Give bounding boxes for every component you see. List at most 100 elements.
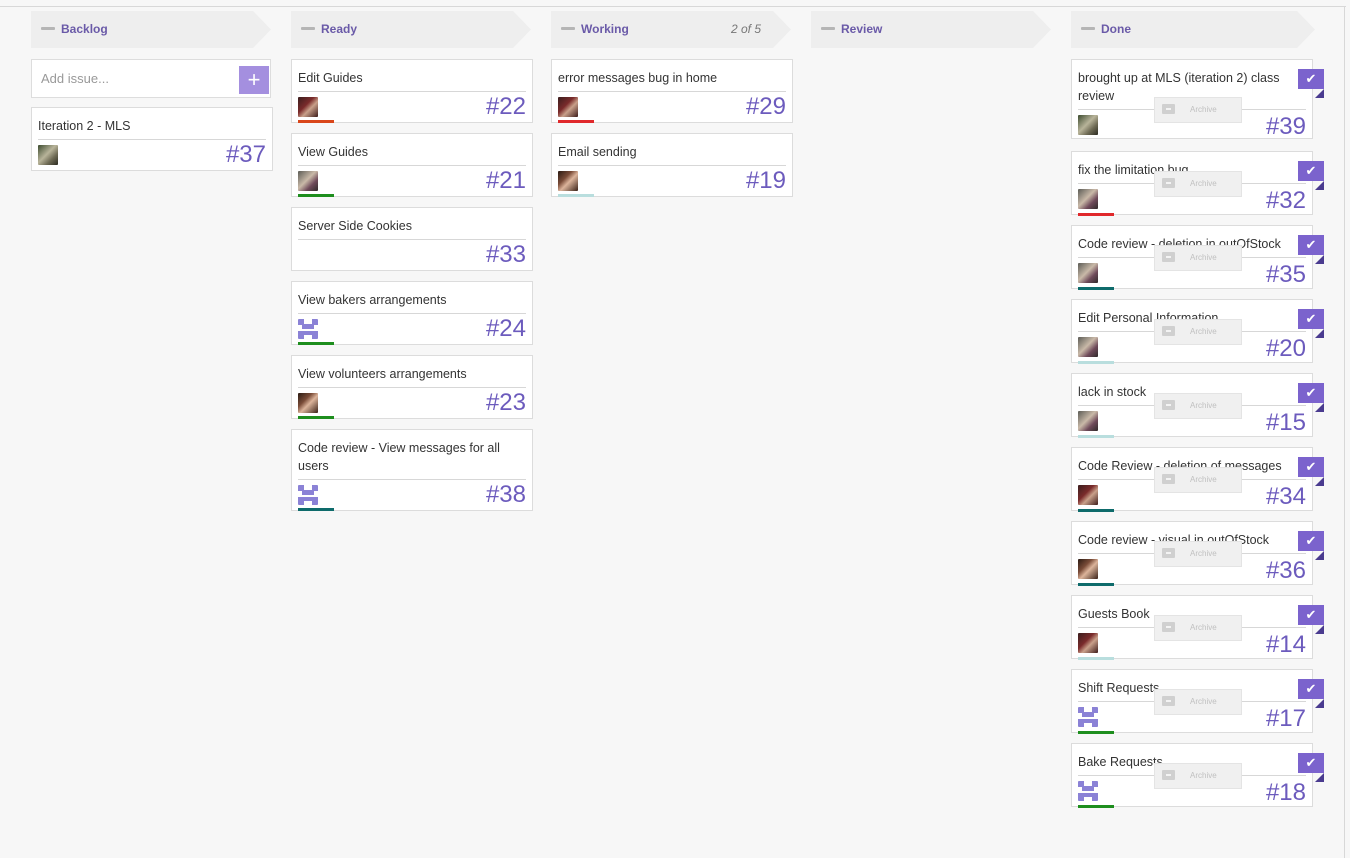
column-header-ready[interactable]: Ready <box>291 11 531 48</box>
column-title: Done <box>1101 22 1131 36</box>
issue-card[interactable]: Edit Guides #22 <box>291 59 533 123</box>
issue-number[interactable]: #29 <box>746 95 786 119</box>
archive-button[interactable]: Archive <box>1154 541 1242 567</box>
collapse-icon[interactable] <box>301 27 315 30</box>
collapse-icon[interactable] <box>1081 27 1095 30</box>
archive-button[interactable]: Archive <box>1154 467 1242 493</box>
issue-card[interactable]: Guests Book Archive #14 ✔ <box>1071 595 1324 660</box>
archive-button[interactable]: Archive <box>1154 763 1242 789</box>
issue-title: Email sending <box>558 145 637 159</box>
label-bar <box>1078 435 1114 438</box>
collapse-icon[interactable] <box>41 27 55 30</box>
archive-button[interactable]: Archive <box>1154 689 1242 715</box>
issue-number[interactable]: #15 <box>1266 411 1306 435</box>
issue-card[interactable]: Bake Requests Archive #18 ✔ <box>1071 743 1324 808</box>
issue-title: View volunteers arrangements <box>298 367 467 381</box>
issue-number[interactable]: #32 <box>1266 189 1306 213</box>
column-header-working[interactable]: Working 2 of 5 <box>551 11 791 48</box>
issue-title: Server Side Cookies <box>298 219 412 233</box>
avatar[interactable] <box>1078 263 1098 283</box>
avatar[interactable] <box>1078 411 1098 431</box>
issue-number[interactable]: #24 <box>486 317 526 341</box>
issue-card[interactable]: Email sending #19 <box>551 133 793 197</box>
column-title: Backlog <box>61 22 108 36</box>
issue-number[interactable]: #21 <box>486 169 526 193</box>
issue-card[interactable]: fix the limitation bug Archive #32 ✔ <box>1071 151 1324 216</box>
issue-number[interactable]: #35 <box>1266 263 1306 287</box>
issue-card[interactable]: Code review - visual in outOfStock Archi… <box>1071 521 1324 586</box>
archive-button[interactable]: Archive <box>1154 171 1242 197</box>
add-issue-input[interactable] <box>32 60 241 97</box>
avatar[interactable] <box>1078 707 1098 727</box>
archive-label: Archive <box>1190 327 1217 336</box>
avatar[interactable] <box>1078 337 1098 357</box>
issue-card[interactable]: lack in stock Archive #15 ✔ <box>1071 373 1324 438</box>
column-title: Review <box>841 22 883 36</box>
checkmark-icon[interactable]: ✔ <box>1298 309 1324 329</box>
issue-number[interactable]: #19 <box>746 169 786 193</box>
avatar[interactable] <box>1078 633 1098 653</box>
issue-card[interactable]: Code review - View messages for all user… <box>291 429 533 511</box>
archive-button[interactable]: Archive <box>1154 319 1242 345</box>
collapse-icon[interactable] <box>821 27 835 30</box>
avatar[interactable] <box>1078 115 1098 135</box>
checkmark-icon[interactable]: ✔ <box>1298 161 1324 181</box>
plus-icon[interactable]: + <box>239 66 269 94</box>
archive-button[interactable]: Archive <box>1154 615 1242 641</box>
corner-fold-icon <box>1315 89 1324 98</box>
avatar[interactable] <box>298 97 318 117</box>
issue-card[interactable]: Iteration 2 - MLS #37 <box>31 107 273 171</box>
issue-number[interactable]: #39 <box>1266 115 1306 139</box>
avatar[interactable] <box>1078 485 1098 505</box>
avatar[interactable] <box>298 171 318 191</box>
avatar[interactable] <box>1078 781 1098 801</box>
checkmark-icon[interactable]: ✔ <box>1298 69 1324 89</box>
checkmark-icon[interactable]: ✔ <box>1298 235 1324 255</box>
divider <box>298 387 526 388</box>
checkmark-icon[interactable]: ✔ <box>1298 753 1324 773</box>
issue-card[interactable]: error messages bug in home #29 <box>551 59 793 123</box>
issue-number[interactable]: #17 <box>1266 707 1306 731</box>
column-header-backlog[interactable]: Backlog <box>31 11 271 48</box>
issue-number[interactable]: #36 <box>1266 559 1306 583</box>
issue-number[interactable]: #14 <box>1266 633 1306 657</box>
board-top-border <box>0 6 1346 7</box>
issue-card[interactable]: Edit Personal Information Archive #20 ✔ <box>1071 299 1324 364</box>
issue-card[interactable]: Code review - deletion in outOfStock Arc… <box>1071 225 1324 290</box>
issue-card[interactable]: View bakers arrangements #24 <box>291 281 533 345</box>
issue-card[interactable]: Code Review - deletion of messages Archi… <box>1071 447 1324 512</box>
checkmark-icon[interactable]: ✔ <box>1298 679 1324 699</box>
issue-number[interactable]: #34 <box>1266 485 1306 509</box>
issue-number[interactable]: #33 <box>486 243 526 267</box>
avatar[interactable] <box>558 97 578 117</box>
checkmark-icon[interactable]: ✔ <box>1298 531 1324 551</box>
avatar[interactable] <box>558 171 578 191</box>
column-header-review[interactable]: Review <box>811 11 1051 48</box>
issue-card[interactable]: Server Side Cookies #33 <box>291 207 533 271</box>
checkmark-icon[interactable]: ✔ <box>1298 383 1324 403</box>
issue-number[interactable]: #20 <box>1266 337 1306 361</box>
avatar[interactable] <box>298 319 318 339</box>
archive-button[interactable]: Archive <box>1154 97 1242 123</box>
issue-number[interactable]: #38 <box>486 483 526 507</box>
archive-button[interactable]: Archive <box>1154 245 1242 271</box>
divider <box>298 91 526 92</box>
avatar[interactable] <box>298 485 318 505</box>
issue-number[interactable]: #22 <box>486 95 526 119</box>
issue-card[interactable]: Shift Requests Archive #17 ✔ <box>1071 669 1324 734</box>
issue-number[interactable]: #18 <box>1266 781 1306 805</box>
archive-button[interactable]: Archive <box>1154 393 1242 419</box>
avatar[interactable] <box>1078 189 1098 209</box>
avatar[interactable] <box>1078 559 1098 579</box>
column-header-done[interactable]: Done <box>1071 11 1315 48</box>
issue-number[interactable]: #37 <box>226 143 266 167</box>
issue-card[interactable]: brought up at MLS (iteration 2) class re… <box>1071 59 1324 139</box>
checkmark-icon[interactable]: ✔ <box>1298 457 1324 477</box>
issue-card[interactable]: View volunteers arrangements #23 <box>291 355 533 419</box>
issue-number[interactable]: #23 <box>486 391 526 415</box>
avatar[interactable] <box>298 393 318 413</box>
collapse-icon[interactable] <box>561 27 575 30</box>
checkmark-icon[interactable]: ✔ <box>1298 605 1324 625</box>
issue-card[interactable]: View Guides #21 <box>291 133 533 197</box>
avatar[interactable] <box>38 145 58 165</box>
